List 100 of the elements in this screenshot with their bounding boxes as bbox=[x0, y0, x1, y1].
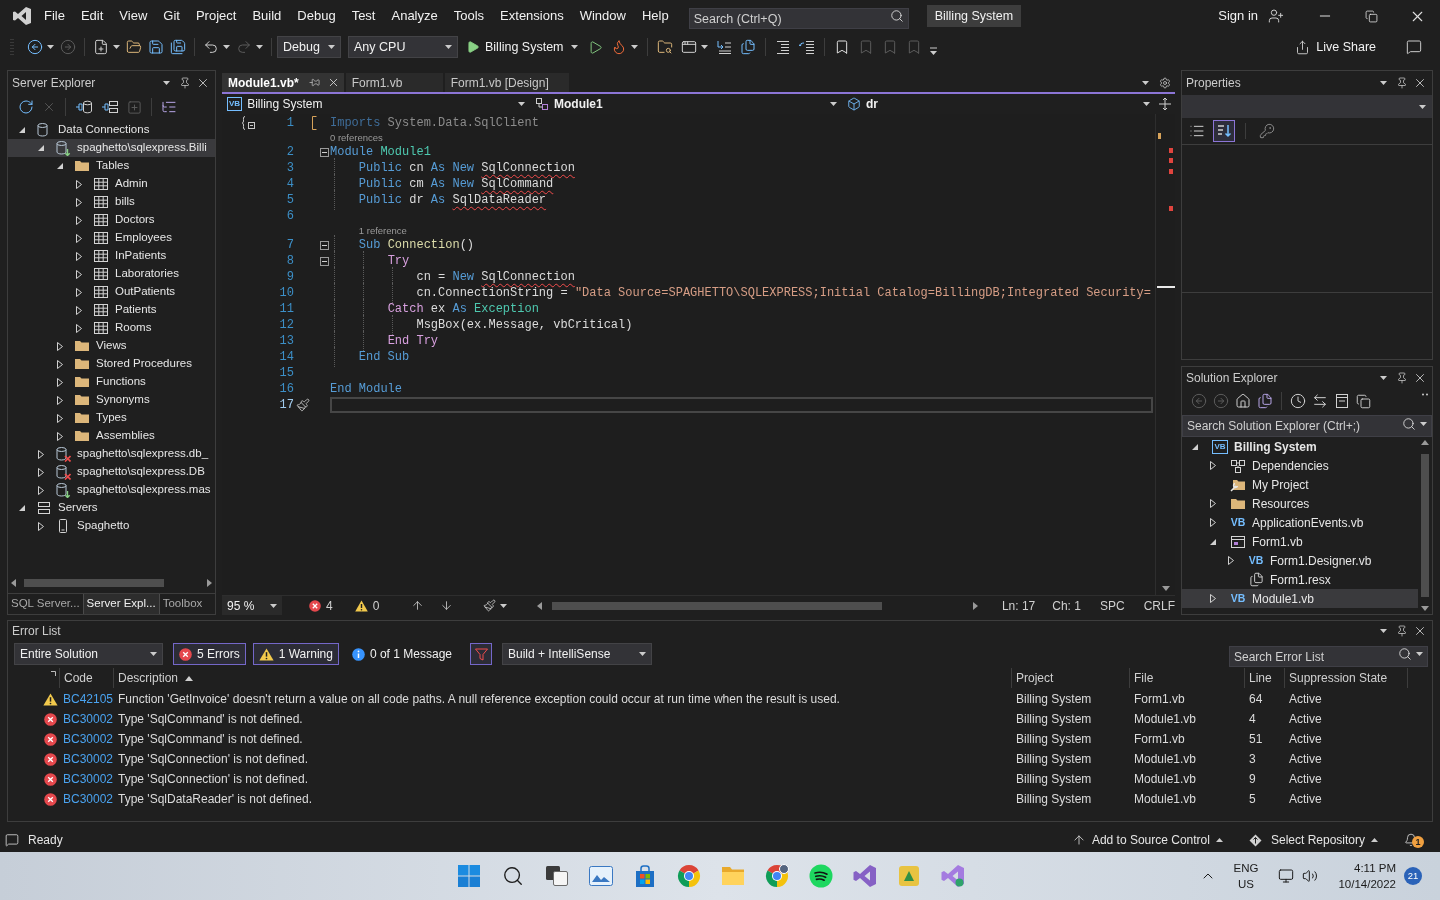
region-label[interactable]: US bbox=[1238, 876, 1254, 892]
error-code-link[interactable]: BC42105 bbox=[60, 690, 114, 708]
notification-count[interactable]: 21 bbox=[1404, 867, 1422, 885]
files-icon[interactable] bbox=[739, 39, 756, 55]
platform-dropdown[interactable]: Any CPU bbox=[348, 36, 458, 58]
dropdown-caret-icon[interactable] bbox=[500, 603, 508, 608]
server-plug-icon[interactable] bbox=[101, 99, 119, 115]
menu-item[interactable]: File bbox=[36, 4, 73, 28]
menu-item[interactable]: Edit bbox=[72, 4, 112, 28]
scope-dropdown[interactable]: Entire Solution bbox=[14, 643, 163, 665]
image-icon[interactable] bbox=[589, 866, 613, 886]
brush-icon[interactable] bbox=[296, 398, 310, 412]
monitor-icon[interactable] bbox=[1278, 868, 1295, 884]
menu-item[interactable]: Tools bbox=[445, 4, 493, 28]
type-dropdown[interactable]: Module1 bbox=[530, 94, 842, 114]
ring-logo-icon[interactable] bbox=[677, 864, 701, 888]
member-dropdown[interactable]: dr bbox=[842, 94, 1155, 114]
sync-arrows-icon[interactable] bbox=[1312, 393, 1328, 409]
dropdown-caret-icon[interactable] bbox=[1143, 102, 1150, 106]
error-code-link[interactable]: BC30002 bbox=[60, 770, 114, 788]
close-icon[interactable] bbox=[1413, 76, 1427, 90]
dropdown-caret-icon[interactable] bbox=[1416, 652, 1423, 656]
sound-waves-logo-icon[interactable] bbox=[809, 864, 833, 888]
column-indicator[interactable]: Ch: 1 bbox=[1052, 596, 1081, 615]
close-icon[interactable] bbox=[1413, 371, 1427, 385]
new-file-icon[interactable] bbox=[93, 39, 109, 55]
dropdown-caret-icon[interactable] bbox=[113, 45, 120, 49]
indent-icon[interactable] bbox=[774, 39, 791, 55]
window-minus-icon[interactable] bbox=[1334, 393, 1350, 409]
window-icon[interactable] bbox=[680, 39, 697, 55]
collapsed-arrow-icon[interactable] bbox=[57, 359, 63, 369]
tree-item[interactable]: Dependencies bbox=[1182, 456, 1418, 475]
diamond-icon[interactable] bbox=[1248, 833, 1262, 847]
error-code-link[interactable]: BC30002 bbox=[60, 710, 114, 728]
database-plug-icon[interactable] bbox=[75, 99, 93, 115]
collapsed-arrow-icon[interactable] bbox=[1210, 499, 1216, 508]
dropdown-caret-icon[interactable] bbox=[223, 45, 230, 49]
error-code-link[interactable]: BC30002 bbox=[60, 750, 114, 768]
outdent-icon[interactable] bbox=[798, 39, 815, 55]
arrows-cross-icon[interactable] bbox=[1159, 98, 1171, 110]
codelens-link[interactable]: 0 references bbox=[330, 131, 383, 144]
tree-item[interactable]: VB Module1.vb bbox=[1182, 589, 1418, 608]
expanded-arrow-icon[interactable] bbox=[19, 505, 25, 511]
zoom-dropdown[interactable]: 95 % bbox=[222, 596, 282, 615]
expanded-arrow-icon[interactable] bbox=[38, 145, 44, 151]
close-icon[interactable] bbox=[196, 76, 210, 90]
tree-item[interactable]: spaghetto\sqlexpress.mas bbox=[8, 481, 215, 499]
braces-icon[interactable] bbox=[240, 115, 256, 131]
scroll-left-icon[interactable] bbox=[537, 601, 543, 610]
insert-lines-icon[interactable] bbox=[715, 39, 732, 55]
collapsed-arrow-icon[interactable] bbox=[57, 341, 63, 351]
speech-bubble-icon[interactable] bbox=[1406, 39, 1422, 55]
tree-item[interactable]: spaghetto\sqlexpress.db_ bbox=[8, 445, 215, 463]
dropdown-caret-icon[interactable] bbox=[150, 652, 157, 656]
dropdown-caret-icon[interactable] bbox=[270, 603, 277, 608]
tab-list-caret-icon[interactable] bbox=[1142, 80, 1149, 85]
save-icon[interactable] bbox=[148, 39, 164, 55]
tree-item[interactable]: spaghetto\sqlexpress.DB bbox=[8, 463, 215, 481]
ribbon-logo-icon[interactable] bbox=[853, 864, 877, 888]
scroll-up-icon[interactable] bbox=[1421, 440, 1429, 445]
scrollbar-thumb[interactable] bbox=[552, 601, 883, 610]
filter-toggle-button[interactable]: 0 of 1 Message bbox=[345, 643, 458, 665]
collapsed-arrow-icon[interactable] bbox=[76, 287, 82, 297]
search-icon[interactable] bbox=[502, 865, 524, 887]
play-outline-icon[interactable] bbox=[587, 39, 603, 55]
panel-menu-caret-icon[interactable] bbox=[1380, 629, 1387, 633]
list-tree-icon[interactable] bbox=[161, 99, 177, 115]
menu-item[interactable]: Analyze bbox=[383, 4, 446, 28]
source-control-button[interactable]: Add to Source Control bbox=[1091, 831, 1210, 849]
home-icon[interactable] bbox=[1235, 393, 1251, 409]
collapsed-arrow-icon[interactable] bbox=[1210, 461, 1216, 470]
live-share-button[interactable]: Live Share bbox=[1316, 37, 1376, 57]
sort-ascending-icon[interactable] bbox=[185, 675, 194, 681]
collapsed-arrow-icon[interactable] bbox=[76, 305, 82, 315]
tree-item[interactable]: Rooms bbox=[8, 319, 215, 337]
pin-icon[interactable] bbox=[1396, 372, 1408, 384]
tree-item[interactable]: Patients bbox=[8, 301, 215, 319]
scroll-right-icon[interactable] bbox=[207, 579, 212, 587]
menu-item[interactable]: Build bbox=[244, 4, 290, 28]
expanded-arrow-icon[interactable] bbox=[57, 163, 63, 169]
expanded-arrow-icon[interactable] bbox=[1192, 443, 1198, 450]
panel-menu-caret-icon[interactable] bbox=[163, 81, 170, 85]
tree-item[interactable]: Employees bbox=[8, 229, 215, 247]
documents-icon[interactable] bbox=[1257, 393, 1273, 409]
pin-icon[interactable] bbox=[1396, 77, 1408, 89]
dropdown-caret-icon[interactable] bbox=[328, 45, 335, 49]
tree-item[interactable]: spaghetto\sqlexpress.Billi bbox=[8, 139, 215, 157]
view-toggle-button[interactable] bbox=[1213, 120, 1235, 142]
panel-menu-caret-icon[interactable] bbox=[1380, 81, 1387, 85]
tree-item[interactable]: VB Billing System bbox=[1182, 437, 1418, 456]
collapsed-arrow-icon[interactable] bbox=[76, 323, 82, 333]
panel-tab[interactable]: SQL Server... bbox=[8, 594, 83, 614]
search-field[interactable]: Search Solution Explorer (Ctrl+;) bbox=[1182, 415, 1432, 437]
collapse-icon[interactable] bbox=[320, 147, 329, 157]
brush-icon[interactable] bbox=[483, 599, 497, 612]
filter-toggle-button[interactable] bbox=[470, 643, 492, 665]
column-header[interactable]: Suppression State bbox=[1285, 668, 1408, 688]
filter-toggle-button[interactable]: 5 Errors bbox=[173, 643, 246, 665]
dropdown-caret-icon[interactable] bbox=[1420, 422, 1427, 426]
tree-item[interactable]: My Project bbox=[1182, 475, 1418, 494]
